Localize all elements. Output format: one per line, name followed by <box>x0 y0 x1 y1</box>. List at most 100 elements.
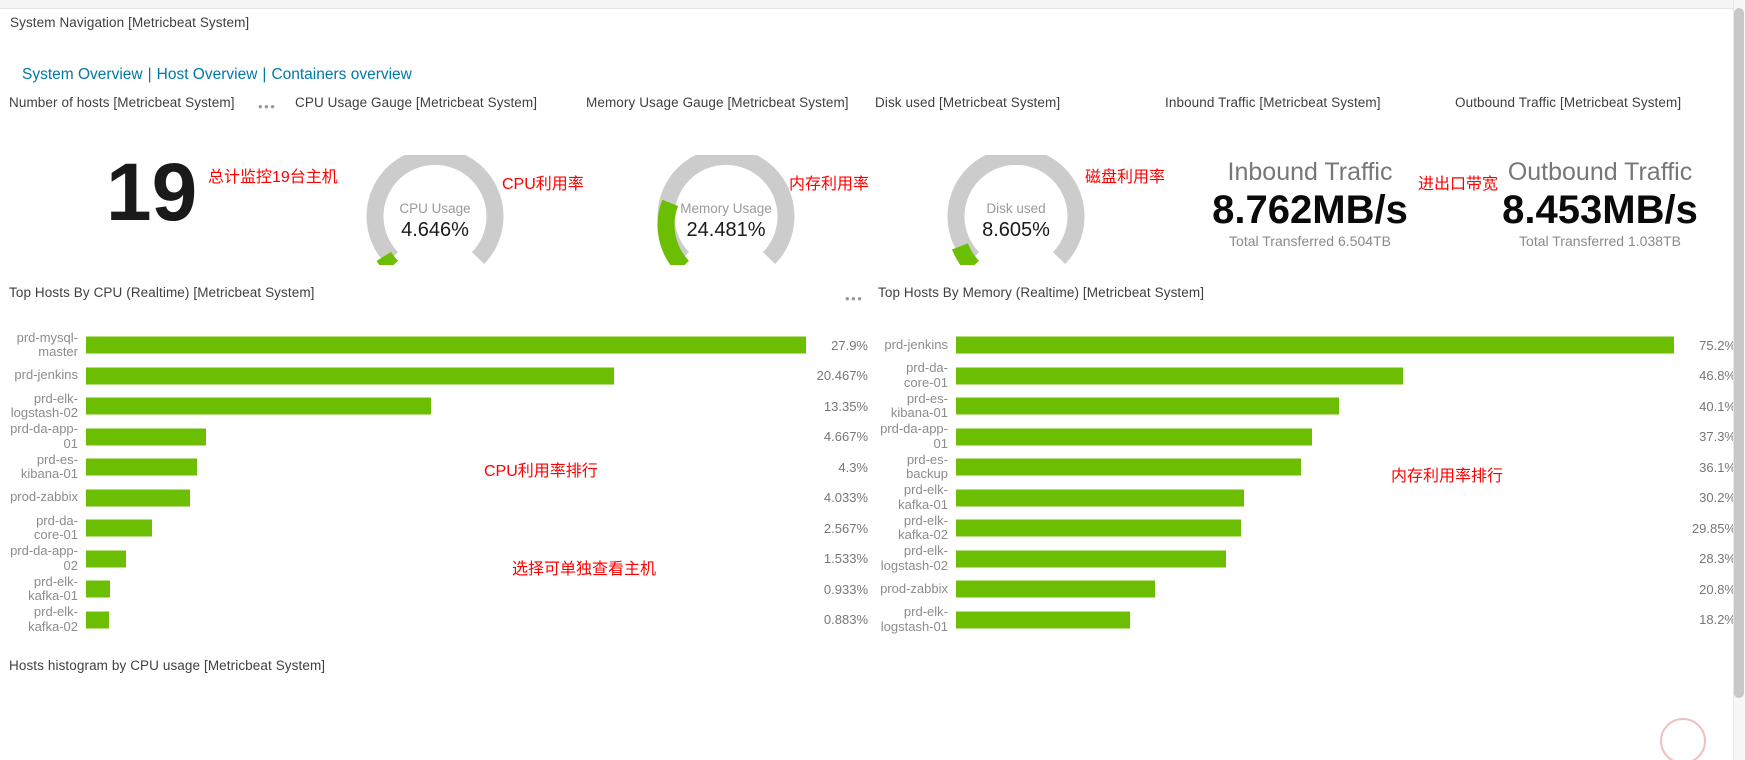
gauge-label-cpu: CPU Usage <box>399 201 471 216</box>
bar-row[interactable]: prod-zabbix 20.8% <box>878 574 1736 605</box>
bar-category-label: prd-jenkins <box>884 336 948 352</box>
bar-category-label: prd-es-kibana-01 <box>20 451 78 482</box>
bar-value-label: 18.2% <box>1699 612 1736 628</box>
nav-link-system-overview[interactable]: System Overview <box>22 66 143 83</box>
bar-category-label: prod-zabbix <box>880 580 948 596</box>
bar-category-label: prd-da-core-01 <box>33 512 78 543</box>
bar-row[interactable]: prd-da-app-01 37.3% <box>878 421 1736 453</box>
bar-row[interactable]: prd-mysql-master 27.9% <box>8 330 868 361</box>
bar-category-label: prd-elk-logstash-02 <box>10 390 78 421</box>
bar-category-label: prod-zabbix <box>10 489 78 505</box>
bar-fill[interactable] <box>86 580 111 598</box>
bar-fill[interactable] <box>86 397 431 415</box>
bar-category-label: prd-da-core-01 <box>903 360 948 390</box>
nav-link-containers-overview[interactable]: Containers overview <box>271 66 411 83</box>
bar-row[interactable]: prd-elk-kafka-02 0.883% <box>8 604 868 636</box>
bar-fill[interactable] <box>956 580 1155 598</box>
vertical-scrollbar-thumb[interactable] <box>1734 8 1744 698</box>
bar-row[interactable]: prd-da-core-01 2.567% <box>8 513 868 544</box>
panel-title-system-navigation: System Navigation [Metricbeat System] <box>10 15 250 30</box>
bar-value-label: 0.883% <box>823 612 868 628</box>
bar-row[interactable]: prod-zabbix 4.033% <box>8 483 868 514</box>
bar-value-label: 28.3% <box>1699 551 1736 567</box>
circle-decoration <box>1660 718 1706 760</box>
bar-value-label: 4.033% <box>823 490 868 506</box>
bar-fill[interactable] <box>956 397 1339 415</box>
bar-category-label: prd-jenkins <box>14 367 78 383</box>
chart-top-hosts-by-memory[interactable]: prd-jenkins 75.2% prd-da-core-01 46.8% prd-e… <box>878 330 1736 634</box>
bar-row[interactable]: prd-jenkins 20.467% <box>8 361 868 392</box>
bar-value-label: 2.567% <box>823 520 868 536</box>
bar-value-label: 46.8% <box>1699 368 1736 384</box>
bar-fill[interactable] <box>956 611 1130 629</box>
bar-fill[interactable] <box>956 550 1227 568</box>
annotation-disk-utilization: 磁盘利用率 <box>1085 169 1166 186</box>
bar-fill[interactable] <box>956 489 1245 507</box>
bar-fill[interactable] <box>86 611 109 629</box>
bar-fill[interactable] <box>956 367 1403 385</box>
bar-track <box>956 391 1674 422</box>
metric-subtitle-inbound: Total Transferred 6.504TB <box>1165 233 1455 249</box>
bar-value-label: 36.1% <box>1699 459 1736 475</box>
ellipsis-icon-top-cpu-panel[interactable]: ••• <box>845 292 863 305</box>
bar-track <box>86 391 806 422</box>
metric-number-of-hosts: 19 <box>106 147 198 238</box>
panel-title-disk-used: Disk used [Metricbeat System] <box>875 95 1061 110</box>
bar-track <box>86 330 806 361</box>
bar-row[interactable]: prd-elk-kafka-01 30.2% <box>878 482 1736 514</box>
metric-value-outbound: 8.453MB/s <box>1502 187 1698 232</box>
bar-fill[interactable] <box>86 550 126 568</box>
gauge-value-cpu: 4.646% <box>401 219 469 241</box>
chart-top-hosts-by-cpu[interactable]: prd-mysql-master 27.9% prd-jenkins 20.467% p… <box>8 330 868 634</box>
bar-fill[interactable] <box>86 367 615 385</box>
bar-value-label: 0.933% <box>823 581 868 597</box>
bar-row[interactable]: prd-jenkins 75.2% <box>878 330 1736 361</box>
panel-title-cpu-usage-gauge: CPU Usage Gauge [Metricbeat System] <box>295 95 538 110</box>
bar-row[interactable]: prd-da-app-01 4.667% <box>8 421 868 453</box>
bar-value-label: 40.1% <box>1699 398 1736 414</box>
bar-fill[interactable] <box>86 428 207 446</box>
bar-track <box>86 422 806 453</box>
bar-value-label: 20.8% <box>1699 581 1736 597</box>
panel-title-top-hosts-cpu: Top Hosts By CPU (Realtime) [Metricbeat … <box>9 285 315 300</box>
panel-title-outbound-traffic: Outbound Traffic [Metricbeat System] <box>1455 95 1682 110</box>
gauge-value-disk: 8.605% <box>982 219 1050 241</box>
bar-category-label: prd-elk-kafka-01 <box>28 573 78 604</box>
bar-category-label: prd-da-app-01 <box>10 421 78 451</box>
vertical-scrollbar-track[interactable] <box>1733 0 1745 760</box>
panel-title-inbound-traffic: Inbound Traffic [Metricbeat System] <box>1165 95 1381 110</box>
nav-link-host-overview[interactable]: Host Overview <box>157 66 258 83</box>
bar-row[interactable]: prd-elk-kafka-02 29.85% <box>878 513 1736 544</box>
bar-value-label: 13.35% <box>823 398 868 414</box>
bar-row[interactable]: prd-es-kibana-01 40.1% <box>878 391 1736 422</box>
bar-fill[interactable] <box>86 519 153 537</box>
nav-separator-2: | <box>262 66 267 83</box>
metric-subtitle-value-outbound: 1.038TB <box>1628 232 1681 249</box>
bar-row[interactable]: prd-elk-logstash-02 28.3% <box>878 543 1736 575</box>
panel-title-hosts-histogram: Hosts histogram by CPU usage [Metricbeat… <box>9 658 326 673</box>
bar-row[interactable]: prd-es-kibana-01 4.3% <box>8 452 868 483</box>
bar-category-label: prd-elk-kafka-01 <box>898 482 948 512</box>
bar-fill[interactable] <box>956 519 1241 537</box>
bar-row[interactable]: prd-da-app-02 1.533% <box>8 543 868 575</box>
bar-row[interactable]: prd-es-backup 36.1% <box>878 452 1736 483</box>
bar-fill[interactable] <box>956 428 1313 446</box>
bar-value-label: 37.3% <box>1699 429 1736 445</box>
gauge-value-memory: 24.481% <box>686 219 766 241</box>
bar-fill[interactable] <box>86 489 191 507</box>
bar-category-label: prd-elk-logstash-02 <box>880 543 948 573</box>
bar-fill[interactable] <box>86 458 197 476</box>
bar-row[interactable]: prd-elk-logstash-01 18.2% <box>878 604 1736 636</box>
bar-track <box>956 361 1674 392</box>
bar-value-label: 4.667% <box>823 429 868 445</box>
bar-category-label: prd-es-backup <box>906 451 948 482</box>
bar-fill[interactable] <box>956 336 1674 354</box>
bar-row[interactable]: prd-da-core-01 46.8% <box>878 360 1736 392</box>
ellipsis-icon-hosts-panel[interactable]: ••• <box>258 100 276 113</box>
bar-row[interactable]: prd-elk-kafka-01 0.933% <box>8 574 868 605</box>
bar-fill[interactable] <box>956 458 1301 476</box>
bar-value-label: 1.533% <box>823 551 868 567</box>
bar-fill[interactable] <box>86 336 806 354</box>
bar-row[interactable]: prd-elk-logstash-02 13.35% <box>8 391 868 422</box>
bar-track <box>956 513 1674 544</box>
